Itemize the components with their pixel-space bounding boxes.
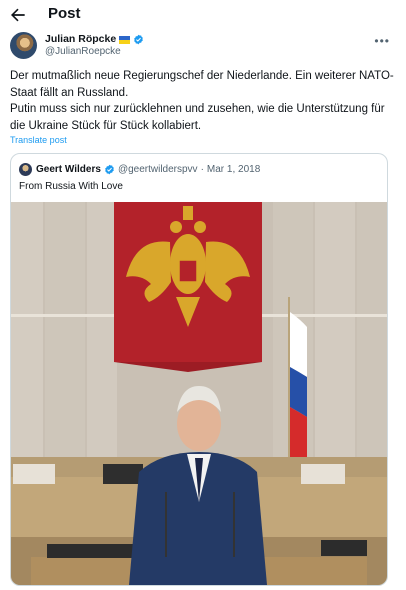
verified-badge-icon <box>105 164 114 174</box>
quoted-post-header: Geert Wilders @geertwilderspvv · Mar 1, … <box>19 162 260 176</box>
quoted-post-text: From Russia With Love <box>19 181 123 192</box>
quoted-post[interactable]: Geert Wilders @geertwilderspvv · Mar 1, … <box>10 153 388 586</box>
post-text: Der mutmaßlich neue Regierungschef der N… <box>10 68 394 134</box>
author-name[interactable]: Julian Röpcke <box>45 33 116 46</box>
quoted-post-photo[interactable] <box>11 202 387 585</box>
author-name-row[interactable]: Julian Röpcke <box>45 33 144 46</box>
translate-post-link[interactable]: Translate post <box>10 135 67 145</box>
quoted-author-handle: @geertwilderspvv <box>117 163 198 175</box>
more-options-icon[interactable]: ••• <box>374 34 390 48</box>
author-handle[interactable]: @JulianRoepcke <box>45 46 121 58</box>
ukraine-flag-icon <box>119 35 131 44</box>
author-avatar[interactable] <box>10 32 37 59</box>
page-title: Post <box>48 5 81 22</box>
back-arrow-icon[interactable] <box>8 5 28 25</box>
quoted-author-name: Geert Wilders <box>36 163 101 175</box>
meta-separator: · <box>200 163 204 175</box>
post-author: Julian Röpcke @JulianRoepcke ••• <box>10 32 396 62</box>
quoted-post-date: Mar 1, 2018 <box>206 163 261 175</box>
verified-badge-icon <box>134 34 144 45</box>
post-text-line: Der mutmaßlich neue Regierungschef der N… <box>10 70 394 99</box>
post-text-line: Putin muss sich nur zurücklehnen und zus… <box>10 103 385 132</box>
top-bar: Post <box>0 0 406 30</box>
quoted-author-avatar <box>19 162 32 176</box>
